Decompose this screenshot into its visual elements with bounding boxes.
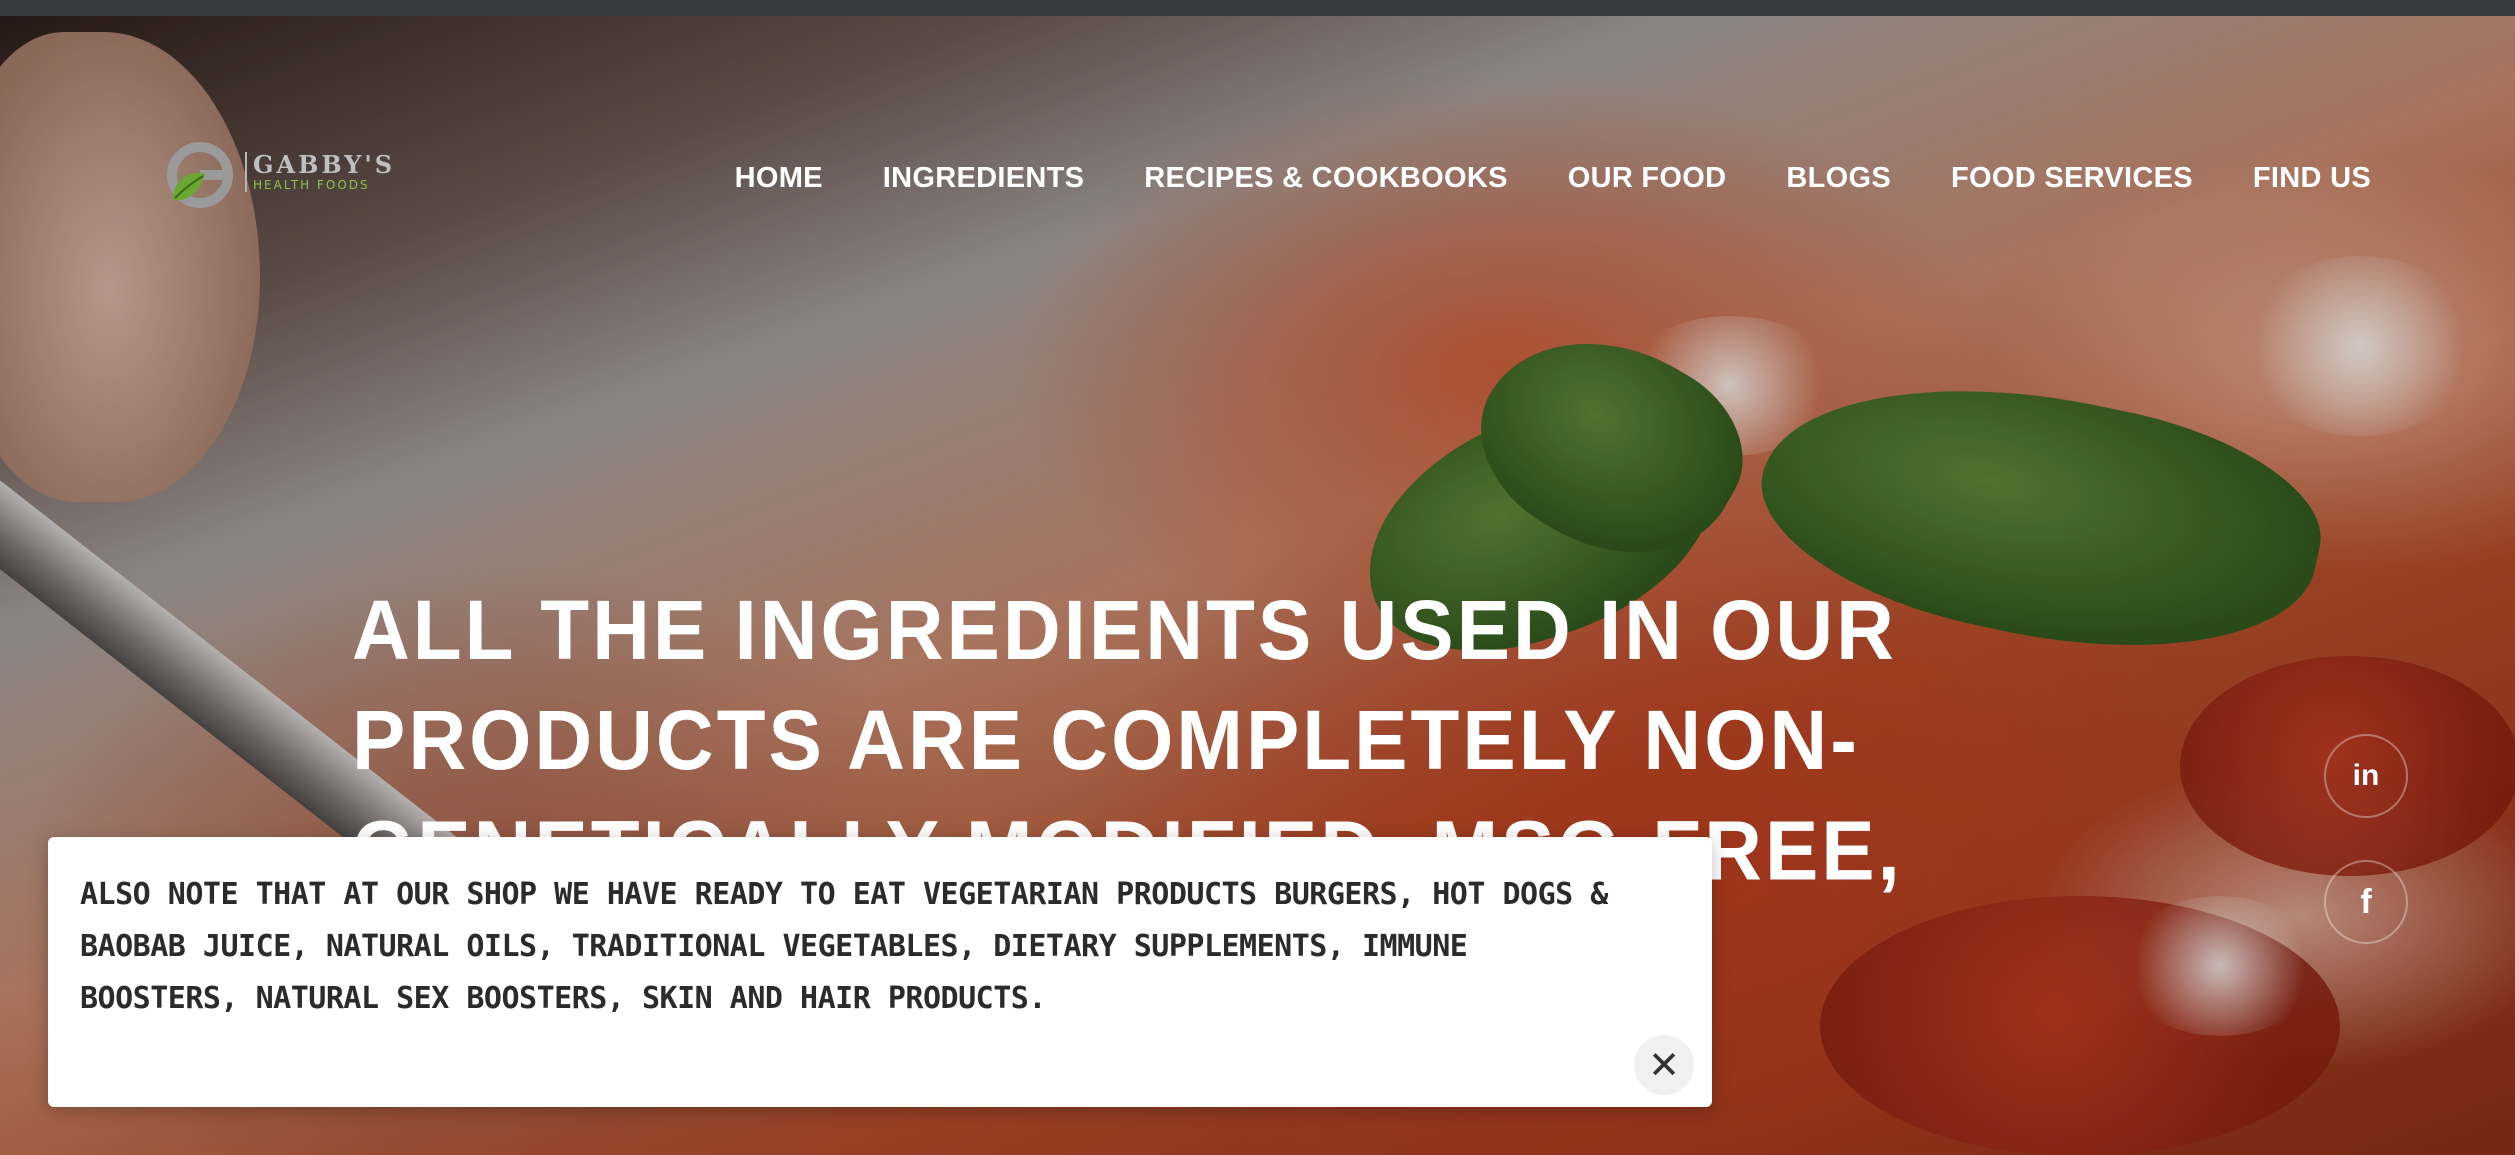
nav-item-our-food[interactable]: OUR FOOD	[1568, 162, 1727, 195]
brand-tagline: HEALTH FOODS	[253, 178, 370, 192]
nav-item-blogs[interactable]: BLOGS	[1786, 162, 1891, 195]
notice-popup: ALSO NOTE THAT AT OUR SHOP WE HAVE READY…	[48, 837, 1712, 1107]
brand-name: GABBY'S	[253, 150, 396, 179]
browser-top-strip	[0, 0, 2515, 16]
nav-item-food-services[interactable]: FOOD SERVICES	[1951, 162, 2193, 195]
logo-text: GABBY'S HEALTH FOODS	[245, 152, 395, 192]
nav-item-find-us[interactable]: FIND US	[2253, 162, 2371, 195]
nav-item-recipes-cookbooks[interactable]: RECIPES & COOKBOOKS	[1144, 162, 1507, 195]
notice-text: ALSO NOTE THAT AT OUR SHOP WE HAVE READY…	[80, 877, 1608, 1016]
logo-leaf-icon	[167, 142, 233, 208]
brand-logo[interactable]: GABBY'S HEALTH FOODS	[165, 140, 410, 210]
linkedin-icon[interactable]: in	[2324, 734, 2408, 818]
nav-item-ingredients[interactable]: INGREDIENTS	[883, 162, 1085, 195]
close-icon[interactable]: ✕	[1634, 1035, 1694, 1095]
nav-item-home[interactable]: HOME	[735, 162, 823, 195]
page: GABBY'S HEALTH FOODS HOME INGREDIENTS RE…	[0, 0, 2515, 1155]
main-nav: HOME INGREDIENTS RECIPES & COOKBOOKS OUR…	[735, 162, 2371, 195]
facebook-icon[interactable]: f	[2324, 860, 2408, 944]
